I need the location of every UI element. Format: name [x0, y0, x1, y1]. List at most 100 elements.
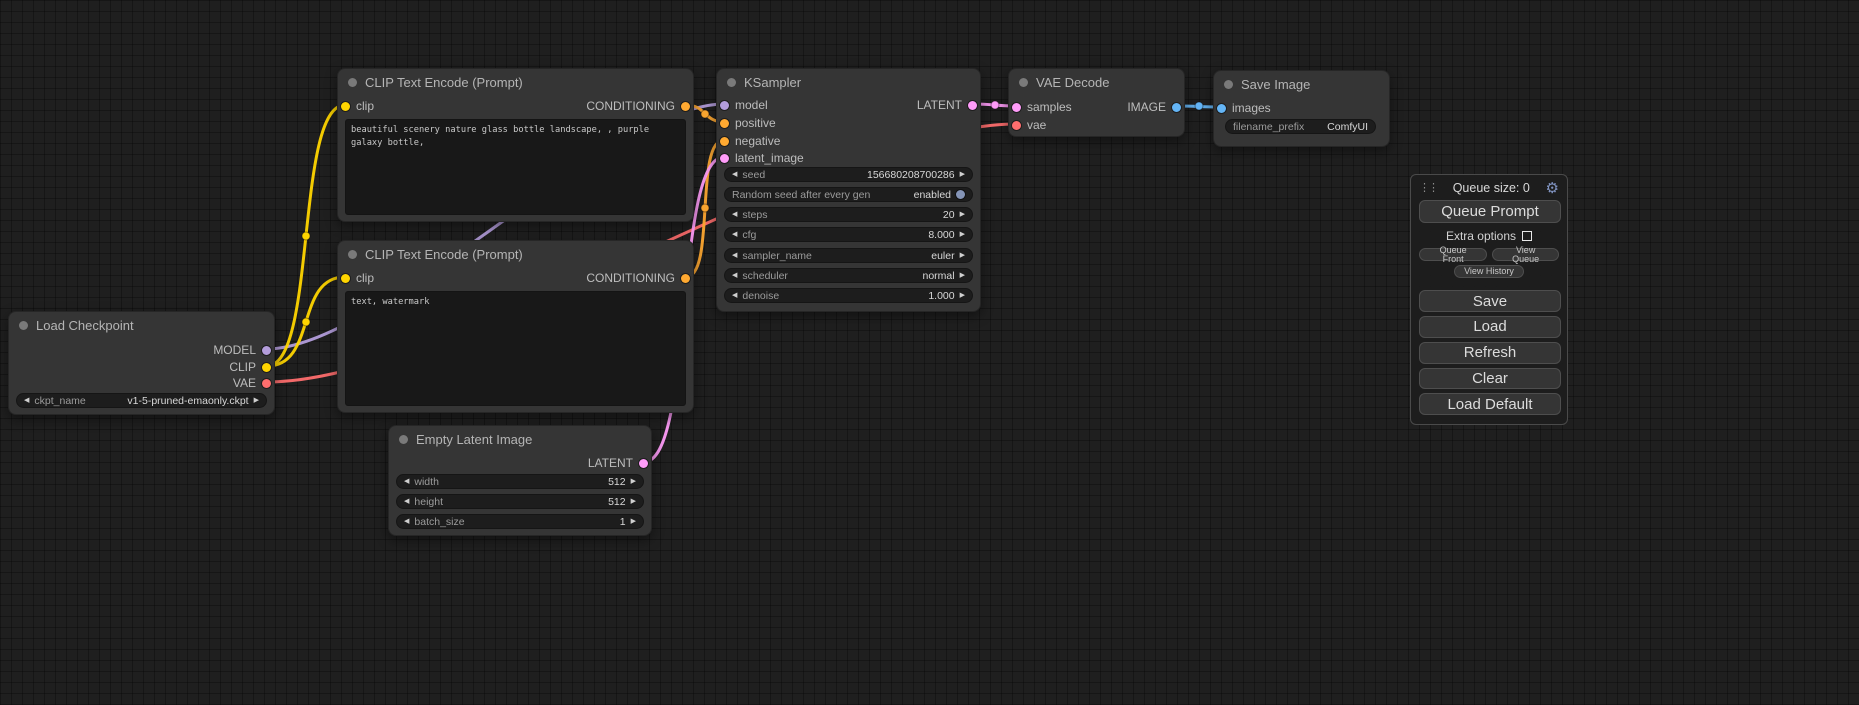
arrow-left-icon[interactable]: ◀ [404, 518, 409, 525]
node-title-bar[interactable]: Empty Latent Image [389, 426, 651, 452]
slot-dot-model[interactable] [720, 101, 729, 110]
input-slot-clip[interactable]: clip [341, 99, 374, 113]
collapse-dot-icon[interactable] [19, 321, 28, 330]
slot-dot-clip[interactable] [341, 274, 350, 283]
view-queue-button[interactable]: View Queue [1492, 248, 1559, 261]
collapse-dot-icon[interactable] [727, 78, 736, 87]
input-slot-vae[interactable]: vae [1012, 118, 1046, 132]
arrow-right-icon[interactable]: ▶ [254, 397, 259, 404]
prompt-textarea[interactable]: text, watermark [345, 291, 686, 406]
arrow-right-icon[interactable]: ▶ [631, 498, 636, 505]
arrow-right-icon[interactable]: ▶ [960, 292, 965, 299]
output-slot-latent[interactable]: LATENT [588, 456, 648, 470]
slot-dot-clip[interactable] [341, 102, 350, 111]
arrow-left-icon[interactable]: ◀ [732, 252, 737, 259]
widget-ckpt-name[interactable]: ◀ ckpt_name v1-5-pruned-emaonly.ckpt ▶ [16, 393, 267, 408]
output-slot-vae[interactable]: VAE [233, 376, 271, 390]
widget-width[interactable]: ◀ width 512 ▶ [396, 474, 644, 489]
settings-gear-icon[interactable]: ⚙ [1546, 181, 1559, 196]
toggle-indicator-icon[interactable] [956, 190, 965, 199]
output-slot-latent[interactable]: LATENT [917, 98, 977, 112]
slot-dot-clip[interactable] [262, 363, 271, 372]
load-button[interactable]: Load [1419, 316, 1561, 338]
slot-dot-conditioning[interactable] [720, 119, 729, 128]
node-save-image[interactable]: Save Image images filename_prefix ComfyU… [1213, 70, 1390, 147]
link-midpoint-dot[interactable] [302, 232, 310, 240]
collapse-dot-icon[interactable] [348, 250, 357, 259]
arrow-left-icon[interactable]: ◀ [404, 478, 409, 485]
arrow-right-icon[interactable]: ▶ [960, 211, 965, 218]
slot-dot-model[interactable] [262, 346, 271, 355]
collapse-dot-icon[interactable] [1224, 80, 1233, 89]
node-clip-text-encode-positive[interactable]: CLIP Text Encode (Prompt) clip CONDITION… [337, 68, 694, 222]
node-title-bar[interactable]: Save Image [1214, 71, 1389, 97]
node-load-checkpoint[interactable]: Load Checkpoint MODEL CLIP VAE ◀ ckpt_na… [8, 311, 275, 415]
link-midpoint-dot[interactable] [991, 101, 999, 109]
widget-random-seed-toggle[interactable]: Random seed after every gen enabled [724, 187, 973, 202]
input-slot-latent-image[interactable]: latent_image [720, 151, 804, 165]
arrow-right-icon[interactable]: ▶ [631, 518, 636, 525]
output-slot-image[interactable]: IMAGE [1127, 100, 1181, 114]
arrow-right-icon[interactable]: ▶ [960, 171, 965, 178]
arrow-left-icon[interactable]: ◀ [732, 171, 737, 178]
slot-dot-conditioning[interactable] [720, 137, 729, 146]
slot-dot-conditioning[interactable] [681, 102, 690, 111]
arrow-left-icon[interactable]: ◀ [24, 397, 29, 404]
collapse-dot-icon[interactable] [1019, 78, 1028, 87]
widget-denoise[interactable]: ◀ denoise 1.000 ▶ [724, 288, 973, 303]
drag-handle-icon[interactable]: ⋮⋮ [1419, 183, 1437, 194]
node-title-bar[interactable]: VAE Decode [1009, 69, 1184, 95]
prompt-textarea[interactable]: beautiful scenery nature glass bottle la… [345, 119, 686, 215]
view-history-button[interactable]: View History [1454, 265, 1524, 278]
output-slot-conditioning[interactable]: CONDITIONING [586, 271, 690, 285]
load-default-button[interactable]: Load Default [1419, 393, 1561, 415]
widget-steps[interactable]: ◀ steps 20 ▶ [724, 207, 973, 222]
input-slot-negative[interactable]: negative [720, 134, 780, 148]
slot-dot-latent[interactable] [1012, 103, 1021, 112]
slot-dot-latent[interactable] [720, 154, 729, 163]
clear-button[interactable]: Clear [1419, 368, 1561, 390]
node-title-bar[interactable]: CLIP Text Encode (Prompt) [338, 69, 693, 95]
node-title-bar[interactable]: Load Checkpoint [9, 312, 274, 338]
refresh-button[interactable]: Refresh [1419, 342, 1561, 364]
widget-height[interactable]: ◀ height 512 ▶ [396, 494, 644, 509]
slot-dot-latent[interactable] [639, 459, 648, 468]
output-slot-conditioning[interactable]: CONDITIONING [586, 99, 690, 113]
queue-front-button[interactable]: Queue Front [1419, 248, 1487, 261]
arrow-left-icon[interactable]: ◀ [732, 231, 737, 238]
extra-options-checkbox[interactable] [1522, 231, 1532, 241]
node-clip-text-encode-negative[interactable]: CLIP Text Encode (Prompt) clip CONDITION… [337, 240, 694, 413]
arrow-right-icon[interactable]: ▶ [960, 231, 965, 238]
arrow-right-icon[interactable]: ▶ [960, 272, 965, 279]
slot-dot-vae[interactable] [262, 379, 271, 388]
input-slot-samples[interactable]: samples [1012, 100, 1072, 114]
node-empty-latent-image[interactable]: Empty Latent Image LATENT ◀ width 512 ▶ … [388, 425, 652, 536]
queue-prompt-button[interactable]: Queue Prompt [1419, 200, 1561, 223]
output-slot-clip[interactable]: CLIP [229, 360, 271, 374]
arrow-left-icon[interactable]: ◀ [732, 292, 737, 299]
arrow-left-icon[interactable]: ◀ [732, 272, 737, 279]
node-vae-decode[interactable]: VAE Decode samples vae IMAGE [1008, 68, 1185, 137]
widget-cfg[interactable]: ◀ cfg 8.000 ▶ [724, 227, 973, 242]
node-title-bar[interactable]: CLIP Text Encode (Prompt) [338, 241, 693, 267]
input-slot-model[interactable]: model [720, 98, 768, 112]
link-midpoint-dot[interactable] [302, 318, 310, 326]
link-midpoint-dot[interactable] [701, 110, 709, 118]
slot-dot-vae[interactable] [1012, 121, 1021, 130]
collapse-dot-icon[interactable] [399, 435, 408, 444]
link-midpoint-dot[interactable] [1195, 102, 1203, 110]
widget-filename-prefix[interactable]: filename_prefix ComfyUI [1225, 119, 1376, 134]
node-ksampler[interactable]: KSampler model positive negative latent_… [716, 68, 981, 312]
input-slot-images[interactable]: images [1217, 101, 1271, 115]
arrow-left-icon[interactable]: ◀ [732, 211, 737, 218]
collapse-dot-icon[interactable] [348, 78, 357, 87]
widget-batch-size[interactable]: ◀ batch_size 1 ▶ [396, 514, 644, 529]
slot-dot-conditioning[interactable] [681, 274, 690, 283]
arrow-right-icon[interactable]: ▶ [631, 478, 636, 485]
link-midpoint-dot[interactable] [701, 204, 709, 212]
node-title-bar[interactable]: KSampler [717, 69, 980, 95]
slot-dot-latent[interactable] [968, 101, 977, 110]
widget-scheduler[interactable]: ◀ scheduler normal ▶ [724, 268, 973, 283]
widget-sampler-name[interactable]: ◀ sampler_name euler ▶ [724, 248, 973, 263]
output-slot-model[interactable]: MODEL [213, 343, 271, 357]
